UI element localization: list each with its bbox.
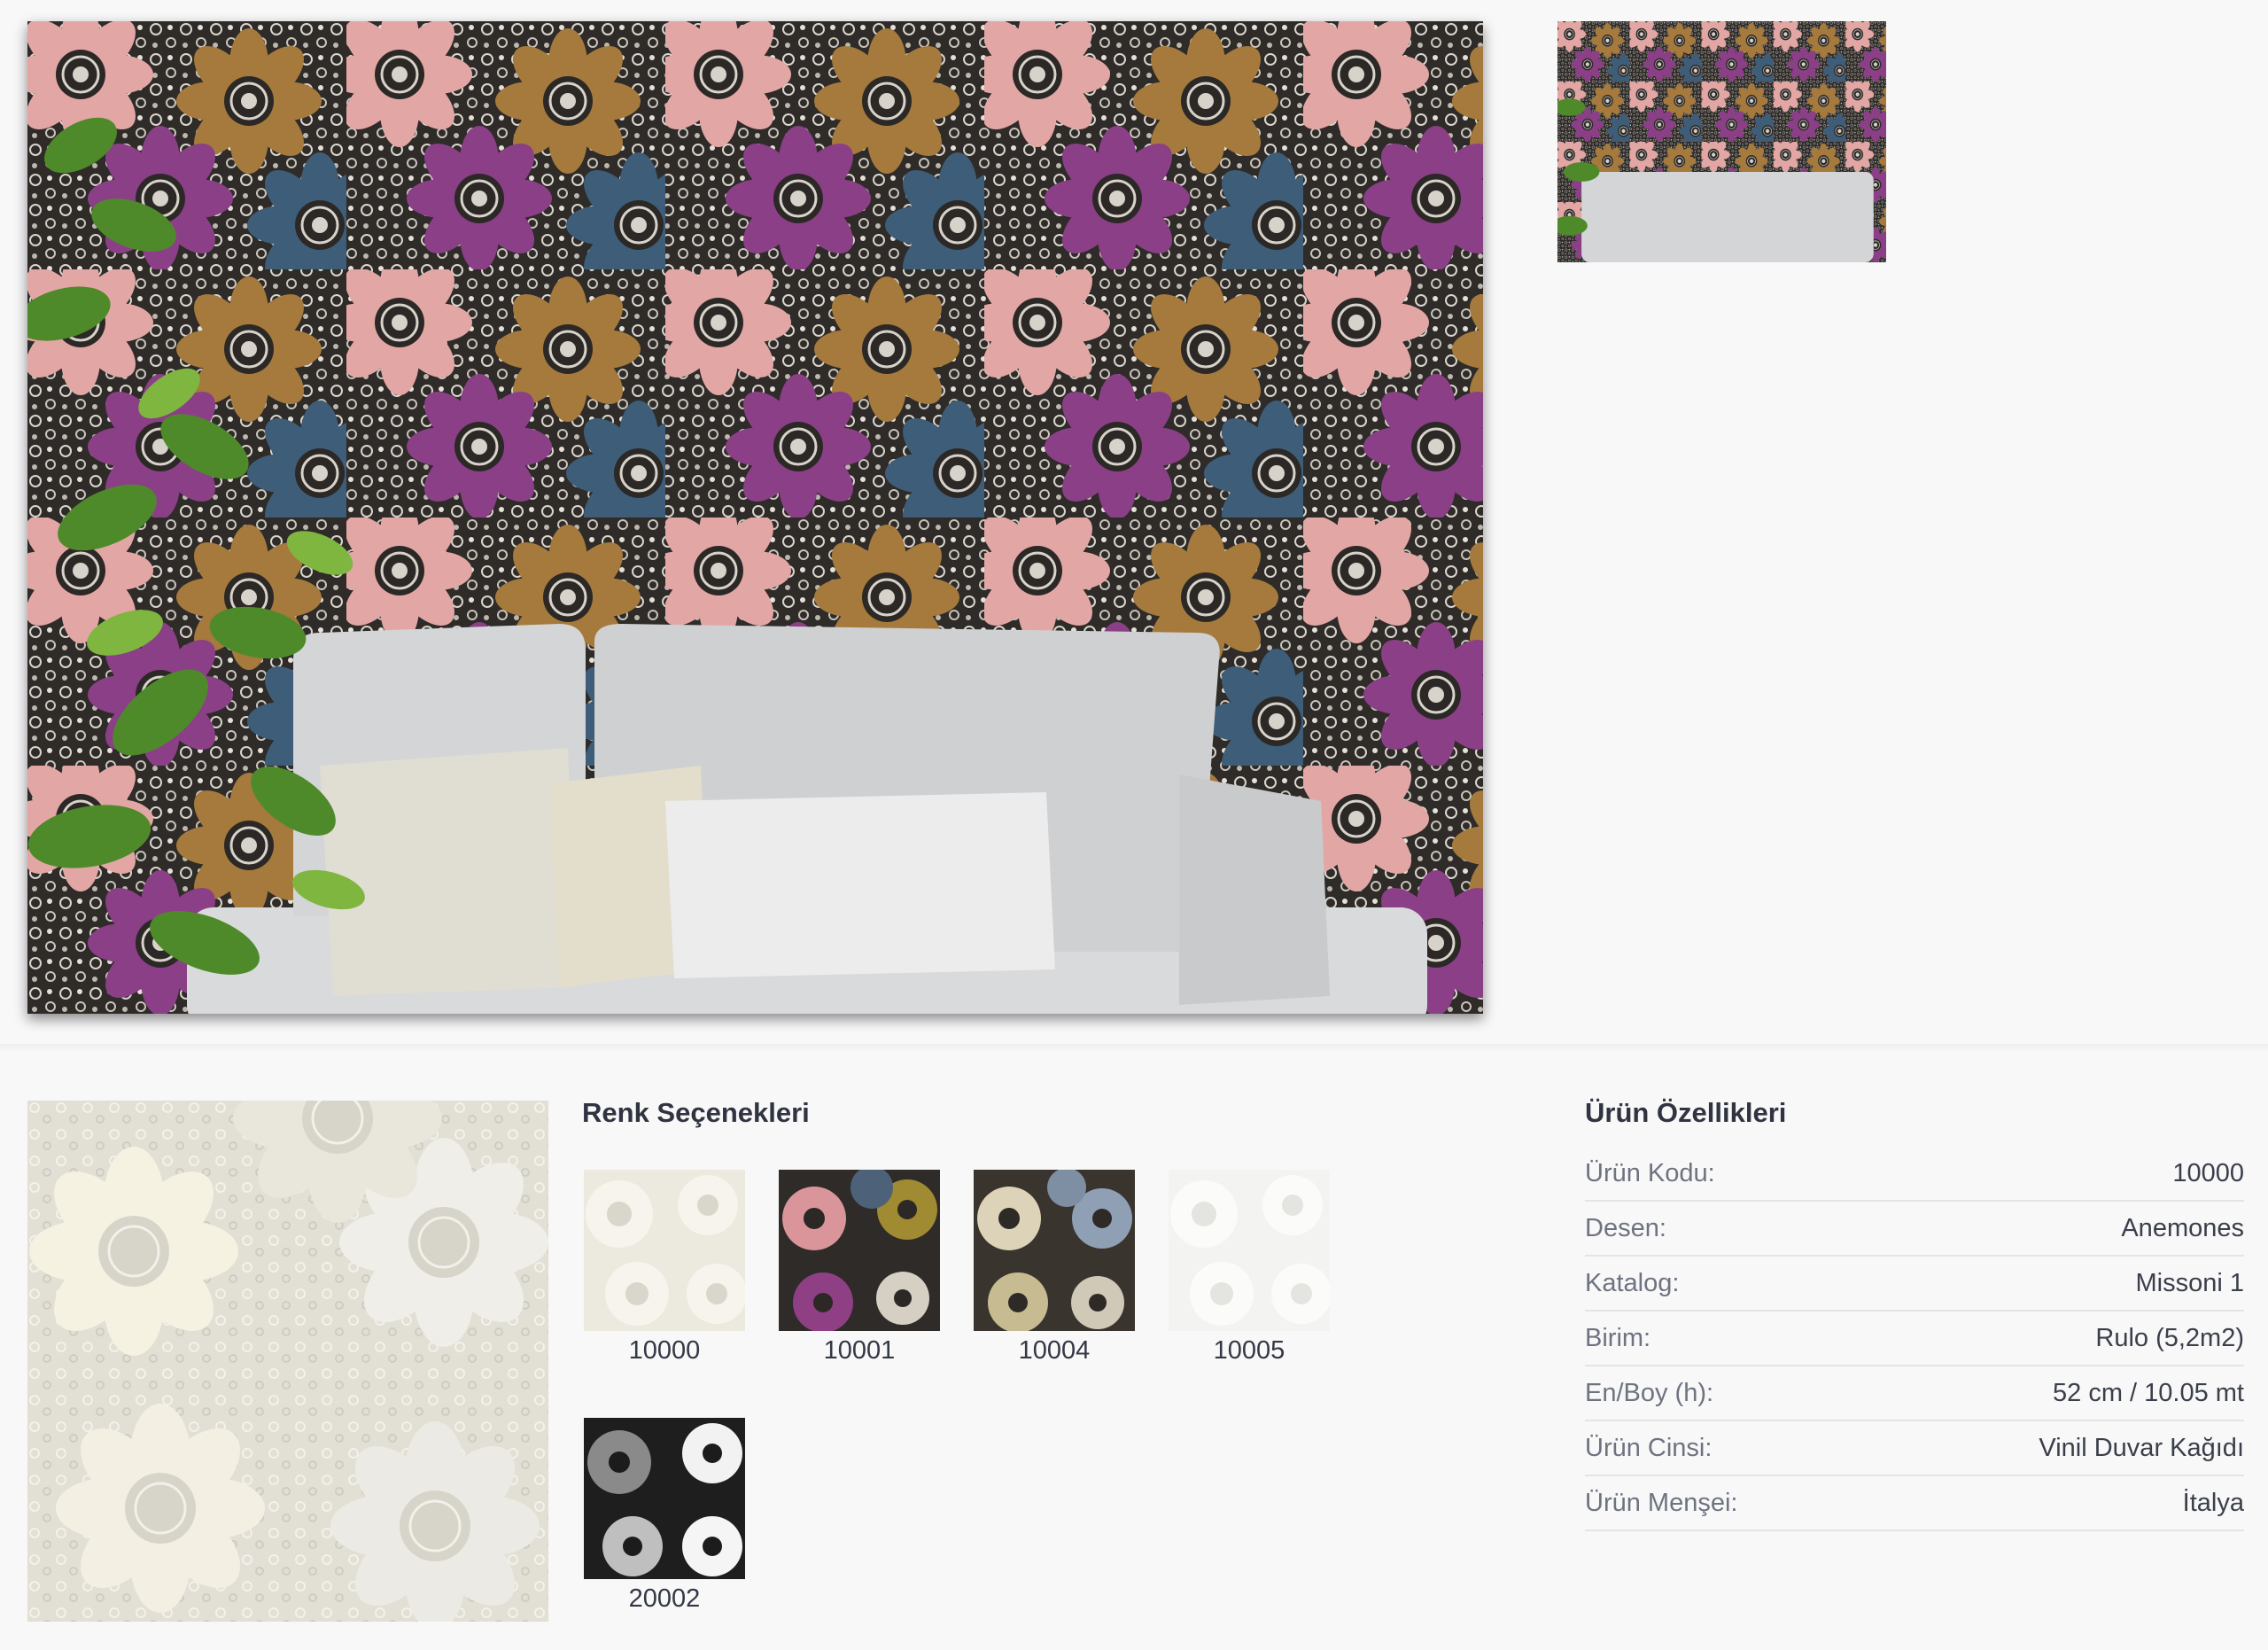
feature-row-type: Ürün Cinsi: Vinil Duvar Kağıdı: [1585, 1421, 2244, 1476]
color-swatch: [582, 1168, 747, 1333]
main-product-image[interactable]: [27, 21, 1483, 1014]
feature-key: Ürün Menşei:: [1585, 1488, 1738, 1517]
feature-key: Ürün Cinsi:: [1585, 1433, 1713, 1462]
product-features-table: Ürün Kodu: 10000 Desen: Anemones Katalog…: [1585, 1147, 2244, 1531]
color-option-code: 20002: [628, 1584, 701, 1613]
feature-value: Rulo (5,2m2): [2095, 1323, 2244, 1352]
color-swatch: [582, 1416, 747, 1581]
feature-row-dimensions: En/Boy (h): 52 cm / 10.05 mt: [1585, 1366, 2244, 1421]
feature-value: 10000: [2172, 1158, 2244, 1187]
color-option-20002[interactable]: 20002: [582, 1416, 747, 1614]
color-options-title: Renk Seçenekleri: [582, 1097, 810, 1128]
feature-row-pattern: Desen: Anemones: [1585, 1202, 2244, 1257]
thumbnail-room-scene: [1557, 21, 1886, 262]
swatch-pattern: [974, 1170, 1135, 1331]
color-option-code: 10000: [628, 1336, 701, 1365]
swatch-pattern: [584, 1170, 745, 1331]
feature-value: İtalya: [2182, 1488, 2244, 1517]
feature-value: Anemones: [2121, 1213, 2244, 1242]
feature-row-origin: Ürün Menşei: İtalya: [1585, 1476, 2244, 1531]
color-swatch: [777, 1168, 942, 1333]
color-option-10004[interactable]: 10004: [972, 1168, 1137, 1366]
color-swatch: [972, 1168, 1137, 1333]
feature-value: Vinil Duvar Kağıdı: [2039, 1433, 2244, 1462]
color-swatch: [1167, 1168, 1332, 1333]
color-option-code: 10001: [823, 1336, 896, 1365]
color-option-code: 10004: [1018, 1336, 1091, 1365]
feature-key: Birim:: [1585, 1323, 1651, 1352]
selected-pattern-swatch: [27, 1101, 548, 1622]
feature-key: En/Boy (h):: [1585, 1378, 1714, 1407]
product-features-title: Ürün Özellikleri: [1585, 1097, 1787, 1128]
room-scene-illustration: [27, 21, 1483, 1014]
section-divider: [0, 1044, 2268, 1053]
feature-key: Desen:: [1585, 1213, 1666, 1242]
feature-value: 52 cm / 10.05 mt: [2053, 1378, 2244, 1407]
feature-value: Missoni 1: [2135, 1268, 2245, 1297]
swatch-pattern: [1169, 1170, 1330, 1331]
color-option-code: 10005: [1213, 1336, 1285, 1365]
color-option-10000[interactable]: 10000: [582, 1168, 747, 1366]
feature-row-product-code: Ürün Kodu: 10000: [1585, 1147, 2244, 1202]
feature-key: Ürün Kodu:: [1585, 1158, 1715, 1187]
color-option-10001[interactable]: 10001: [777, 1168, 942, 1366]
feature-row-unit: Birim: Rulo (5,2m2): [1585, 1311, 2244, 1366]
feature-key: Katalog:: [1585, 1268, 1680, 1297]
feature-row-catalog: Katalog: Missoni 1: [1585, 1257, 2244, 1311]
gallery-thumbnail[interactable]: [1557, 21, 1886, 262]
swatch-pattern: [584, 1418, 745, 1579]
color-option-10005[interactable]: 10005: [1167, 1168, 1332, 1366]
swatch-pattern: [779, 1170, 940, 1331]
anemones-light-pattern: [27, 1101, 548, 1622]
